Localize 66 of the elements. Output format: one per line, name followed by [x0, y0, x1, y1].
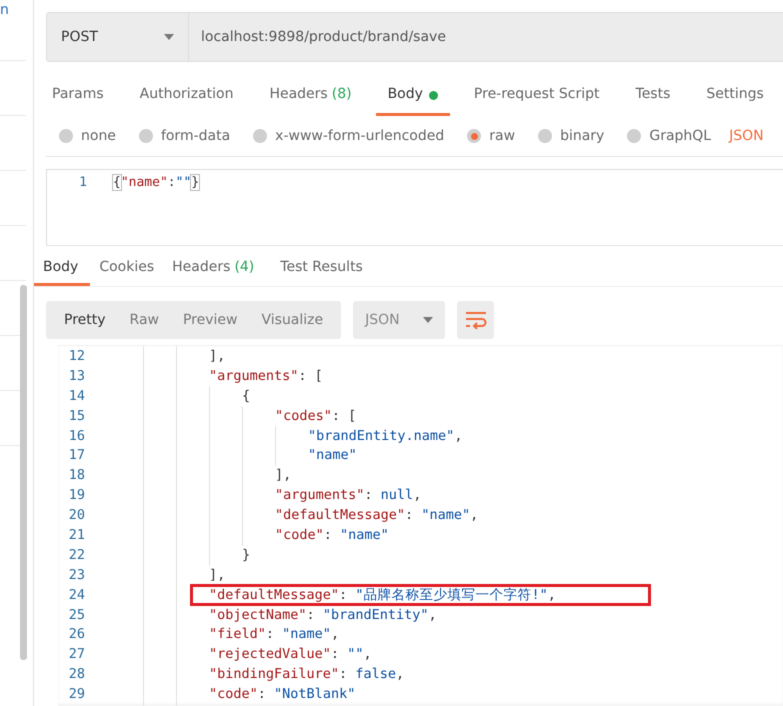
request-tab[interactable]: Body	[376, 84, 450, 116]
line-number: 17	[68, 447, 85, 464]
line-number: 18	[68, 467, 85, 484]
code-line: "arguments": [	[209, 368, 323, 384]
response-tab[interactable]: Cookies	[90, 249, 164, 286]
format-dropdown[interactable]: JSON	[353, 301, 446, 339]
line-number: 27	[68, 646, 85, 662]
code-line: "code": "name"	[275, 526, 389, 543]
body-type-radio[interactable]: form-data	[138, 128, 230, 144]
line-number: 20	[68, 507, 85, 524]
raw-format-dropdown[interactable]: JSON	[729, 128, 764, 144]
code-line: "bindingFailure": false,	[209, 666, 404, 682]
code-line: {	[242, 388, 250, 404]
line-number: 1	[78, 174, 87, 190]
line-number: 13	[68, 368, 85, 384]
line-number: 14	[68, 388, 85, 404]
body-type-radio[interactable]: none	[59, 128, 116, 144]
line-number: 21	[68, 526, 85, 543]
code-line: ],	[275, 467, 292, 484]
body-type-radio[interactable]: raw	[467, 128, 516, 144]
caret-icon	[423, 317, 434, 323]
line-number: 22	[68, 546, 85, 563]
code-line: "objectName": "brandEntity",	[209, 606, 437, 623]
code-line: "brandEntity.name",	[308, 428, 462, 444]
code-line: "defaultMessage": "品牌名称至少填写一个字符!",	[209, 586, 556, 604]
code-line: "codes": [	[275, 408, 356, 424]
code-line: "field": "name",	[209, 626, 340, 642]
request-tab[interactable]: Settings	[706, 84, 764, 116]
code-line: ],	[209, 566, 226, 583]
request-tab[interactable]: Pre-request Script	[474, 84, 600, 116]
code-line: "defaultMessage": "name",	[275, 507, 478, 524]
line-number: 29	[68, 686, 85, 702]
line-number: 24	[68, 586, 85, 603]
line-number: 19	[68, 487, 85, 504]
line-number: 16	[68, 428, 85, 444]
code-line: "code": "NotBlank"	[209, 686, 356, 702]
wrap-lines-button[interactable]	[457, 301, 494, 339]
line-number: 28	[68, 666, 85, 682]
code-line: "name"	[308, 447, 357, 464]
body-type-radio[interactable]: x-www-form-urlencoded	[253, 128, 444, 144]
code-line: ],	[209, 348, 226, 364]
response-tab[interactable]: Test Results	[271, 249, 372, 286]
sidebar-text[interactable]: n	[0, 0, 8, 20]
view-mode-button[interactable]: Pretty	[52, 301, 118, 339]
view-mode-button[interactable]: Preview	[170, 301, 250, 339]
body-type-radio[interactable]: GraphQL	[627, 128, 712, 144]
code-line: "arguments": null,	[275, 487, 422, 504]
body-type-radio[interactable]: binary	[538, 128, 604, 144]
line-number: 26	[68, 626, 85, 642]
request-tab[interactable]: Authorization	[140, 84, 234, 116]
request-tab[interactable]: Headers (8)	[269, 84, 352, 116]
code-line: "rejectedValue": "",	[209, 646, 372, 662]
request-tab[interactable]: Tests	[636, 84, 670, 116]
line-number: 23	[68, 566, 85, 583]
line-number: 12	[68, 348, 85, 364]
response-tab[interactable]: Body	[34, 249, 90, 286]
view-mode-button[interactable]: Visualize	[249, 301, 336, 339]
code-line: {"name":""}	[113, 174, 200, 190]
view-mode-button[interactable]: Raw	[118, 301, 171, 339]
response-tab[interactable]: Headers (4)	[163, 249, 264, 286]
line-number: 15	[68, 408, 85, 424]
request-tab[interactable]: Params	[52, 84, 104, 116]
code-line: }	[242, 546, 250, 563]
line-number: 25	[68, 606, 85, 623]
scrollbar[interactable]	[20, 285, 27, 660]
wrap-icon	[464, 311, 487, 329]
